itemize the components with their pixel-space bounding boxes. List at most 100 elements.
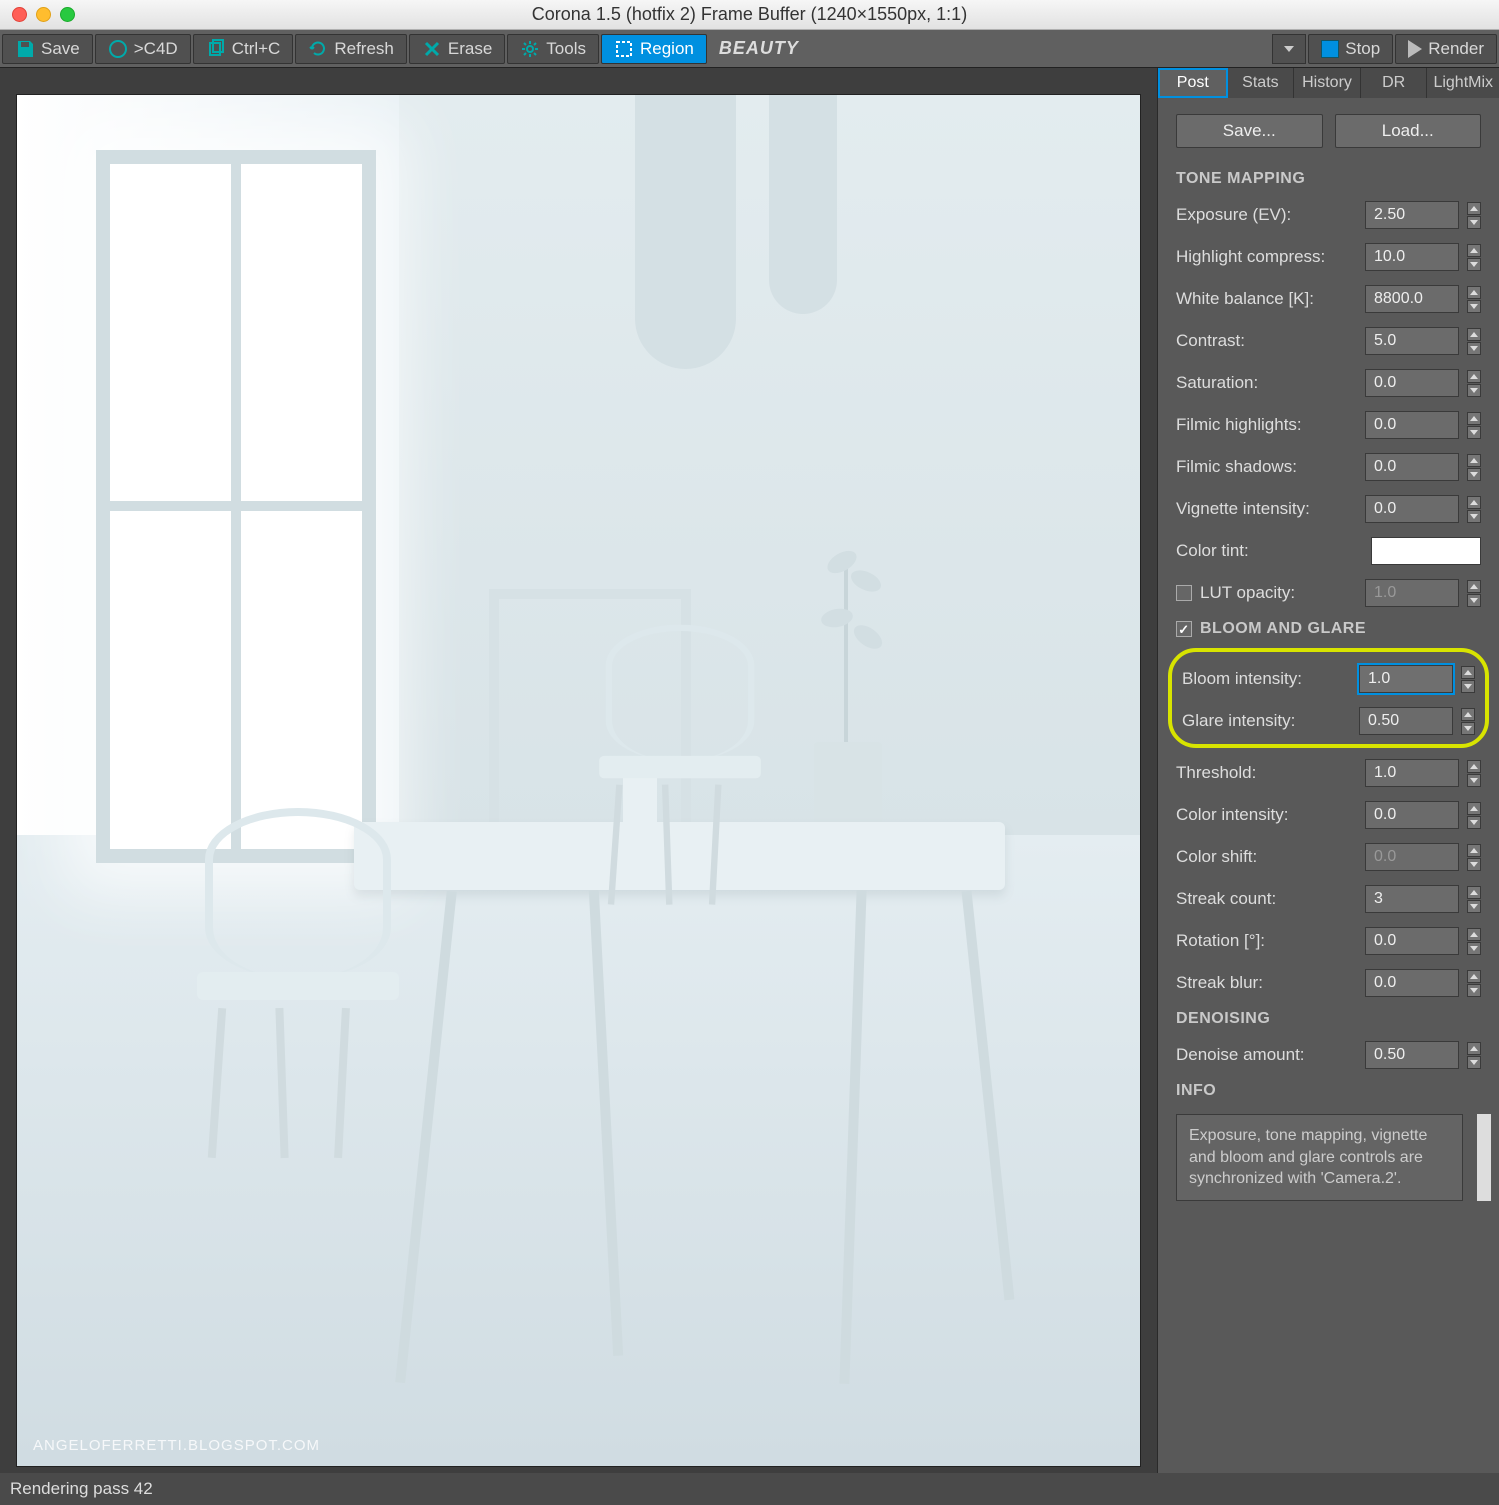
wb-spinner[interactable] (1467, 286, 1481, 313)
status-bar: Rendering pass 42 (0, 1473, 1499, 1505)
exposure-input[interactable]: 2.50 (1365, 201, 1459, 229)
denoise-input[interactable]: 0.50 (1365, 1041, 1459, 1069)
copy-button[interactable]: Ctrl+C (193, 34, 294, 64)
streak-count-label: Streak count: (1176, 889, 1357, 909)
contrast-input[interactable]: 5.0 (1365, 327, 1459, 355)
lut-spinner[interactable] (1467, 580, 1481, 607)
glare-intensity-spinner[interactable] (1461, 708, 1475, 735)
c4d-label: >C4D (134, 39, 178, 59)
streak-count-input[interactable]: 3 (1365, 885, 1459, 913)
info-scrollbar[interactable] (1477, 1114, 1491, 1201)
contrast-spinner[interactable] (1467, 328, 1481, 355)
glare-intensity-input[interactable]: 0.50 (1359, 707, 1453, 735)
filmic-hl-spinner[interactable] (1467, 412, 1481, 439)
region-button[interactable]: Region (601, 34, 707, 64)
color-shift-input[interactable]: 0.0 (1365, 843, 1459, 871)
erase-button[interactable]: Erase (409, 34, 505, 64)
region-label: Region (640, 39, 694, 59)
copy-label: Ctrl+C (232, 39, 281, 59)
color-intensity-spinner[interactable] (1467, 802, 1481, 829)
saturation-label: Saturation: (1176, 373, 1357, 393)
highlighted-region: Bloom intensity: 1.0 Glare intensity: 0.50 (1168, 648, 1489, 748)
color-intensity-input[interactable]: 0.0 (1365, 801, 1459, 829)
vignette-label: Vignette intensity: (1176, 499, 1357, 519)
lut-input[interactable]: 1.0 (1365, 579, 1459, 607)
bloom-intensity-label: Bloom intensity: (1182, 669, 1351, 689)
refresh-icon (308, 39, 328, 59)
wb-input[interactable]: 8800.0 (1365, 285, 1459, 313)
vignette-spinner[interactable] (1467, 496, 1481, 523)
section-bloom-glare: BLOOM AND GLARE (1166, 614, 1491, 644)
minimize-icon[interactable] (36, 7, 51, 22)
tint-swatch[interactable] (1371, 537, 1481, 565)
filmic-sh-input[interactable]: 0.0 (1365, 453, 1459, 481)
contrast-label: Contrast: (1176, 331, 1357, 351)
lut-checkbox[interactable] (1176, 585, 1192, 601)
region-icon (614, 39, 634, 59)
lut-label: LUT opacity: (1200, 583, 1357, 603)
streak-blur-spinner[interactable] (1467, 970, 1481, 997)
bloom-checkbox[interactable] (1176, 621, 1192, 637)
denoise-spinner[interactable] (1467, 1042, 1481, 1069)
close-icon[interactable] (12, 7, 27, 22)
tab-post[interactable]: Post (1158, 68, 1228, 98)
glare-intensity-label: Glare intensity: (1182, 711, 1351, 731)
tab-dr[interactable]: DR (1361, 68, 1428, 98)
filmic-hl-input[interactable]: 0.0 (1365, 411, 1459, 439)
saturation-spinner[interactable] (1467, 370, 1481, 397)
status-text: Rendering pass 42 (10, 1479, 153, 1499)
filmic-hl-label: Filmic highlights: (1176, 415, 1357, 435)
content-area: ANGELOFERRETTI.BLOGSPOT.COM Post Stats H… (0, 68, 1499, 1473)
save-button[interactable]: Save (2, 34, 93, 64)
color-shift-spinner[interactable] (1467, 844, 1481, 871)
color-intensity-label: Color intensity: (1176, 805, 1357, 825)
stop-icon (1321, 40, 1339, 58)
app-window: Corona 1.5 (hotfix 2) Frame Buffer (1240… (0, 0, 1499, 1505)
highlight-spinner[interactable] (1467, 244, 1481, 271)
highlight-input[interactable]: 10.0 (1365, 243, 1459, 271)
render-pass-selector[interactable]: BEAUTY (713, 38, 805, 59)
panel-save-button[interactable]: Save... (1176, 114, 1323, 148)
section-info: INFO (1166, 1076, 1491, 1106)
threshold-spinner[interactable] (1467, 760, 1481, 787)
tools-button[interactable]: Tools (507, 34, 599, 64)
render-button[interactable]: Render (1395, 34, 1497, 64)
c4d-button[interactable]: >C4D (95, 34, 191, 64)
rotation-input[interactable]: 0.0 (1365, 927, 1459, 955)
tab-lightmix[interactable]: LightMix (1427, 68, 1499, 98)
tab-history[interactable]: History (1294, 68, 1361, 98)
info-text: Exposure, tone mapping, vignette and blo… (1176, 1114, 1463, 1201)
rotation-spinner[interactable] (1467, 928, 1481, 955)
rotation-label: Rotation [°]: (1176, 931, 1357, 951)
streak-blur-label: Streak blur: (1176, 973, 1357, 993)
filmic-sh-spinner[interactable] (1467, 454, 1481, 481)
c4d-icon (108, 39, 128, 59)
streak-count-spinner[interactable] (1467, 886, 1481, 913)
stop-label: Stop (1345, 39, 1380, 59)
copy-icon (206, 39, 226, 59)
streak-blur-input[interactable]: 0.0 (1365, 969, 1459, 997)
stop-button[interactable]: Stop (1308, 34, 1393, 64)
render-pass-dropdown[interactable] (1272, 34, 1306, 64)
tint-label: Color tint: (1176, 541, 1363, 561)
refresh-button[interactable]: Refresh (295, 34, 407, 64)
titlebar: Corona 1.5 (hotfix 2) Frame Buffer (1240… (0, 0, 1499, 30)
threshold-input[interactable]: 1.0 (1365, 759, 1459, 787)
render-viewport: ANGELOFERRETTI.BLOGSPOT.COM (0, 68, 1157, 1473)
wb-label: White balance [K]: (1176, 289, 1357, 309)
tools-label: Tools (546, 39, 586, 59)
vignette-input[interactable]: 0.0 (1365, 495, 1459, 523)
bloom-intensity-input[interactable]: 1.0 (1359, 665, 1453, 693)
tab-stats[interactable]: Stats (1228, 68, 1295, 98)
saturation-input[interactable]: 0.0 (1365, 369, 1459, 397)
bloom-intensity-spinner[interactable] (1461, 666, 1475, 693)
zoom-icon[interactable] (60, 7, 75, 22)
exposure-spinner[interactable] (1467, 202, 1481, 229)
color-shift-label: Color shift: (1176, 847, 1357, 867)
render-pass-label: BEAUTY (713, 38, 805, 59)
panel-tabs: Post Stats History DR LightMix (1158, 68, 1499, 98)
erase-icon (422, 39, 442, 59)
section-tone-mapping: TONE MAPPING (1166, 164, 1491, 194)
rendered-image[interactable]: ANGELOFERRETTI.BLOGSPOT.COM (16, 94, 1141, 1467)
panel-load-button[interactable]: Load... (1335, 114, 1482, 148)
